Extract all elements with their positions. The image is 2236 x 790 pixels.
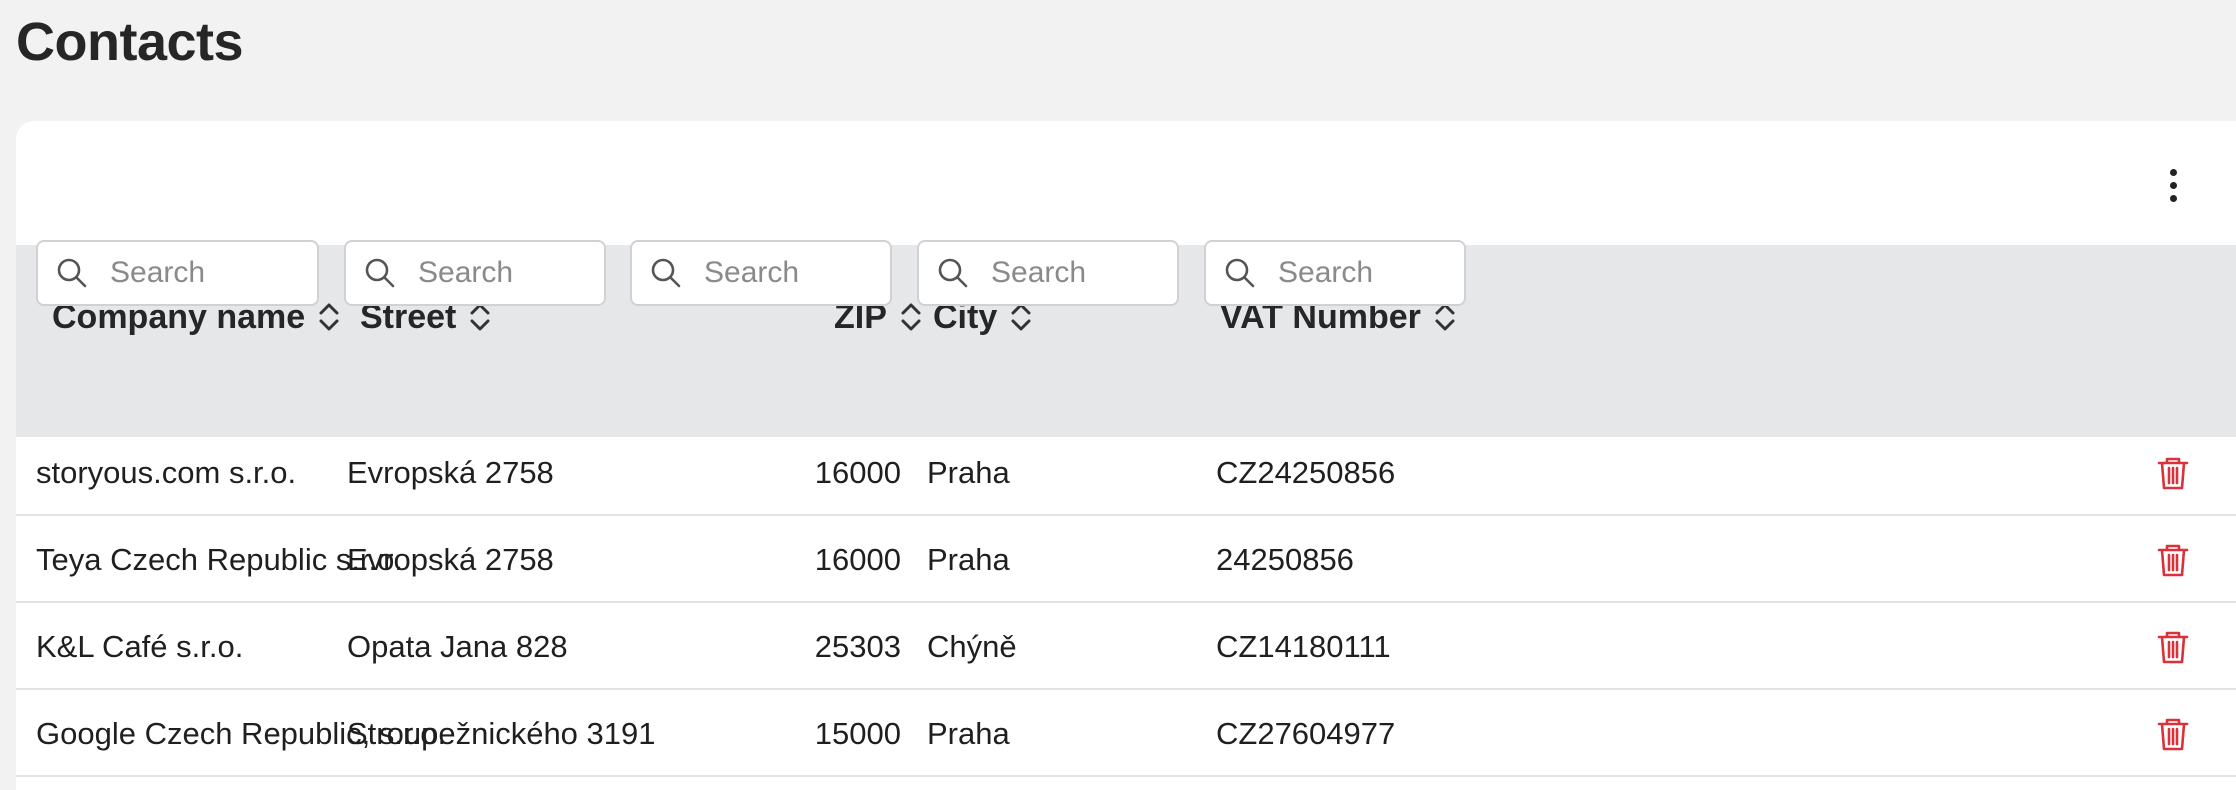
search-company-input[interactable]: [108, 255, 295, 291]
search-street-field[interactable]: [344, 240, 606, 306]
search-city-input[interactable]: [989, 255, 1161, 291]
table-row[interactable]: Google Czech Republic, s.r.o. Stroupežni…: [16, 690, 2236, 777]
cell-vat: CZ14180111: [1216, 628, 1391, 664]
trash-icon[interactable]: [2156, 542, 2190, 578]
search-zip-input[interactable]: [702, 255, 874, 291]
search-icon: [365, 258, 395, 288]
cell-city: Praha: [927, 541, 1010, 577]
search-zip-field[interactable]: [630, 240, 892, 306]
page-title: Contacts: [16, 12, 244, 72]
search-company-field[interactable]: [36, 240, 319, 306]
table-row[interactable]: storyous.com s.r.o. Evropská 2758 16000 …: [16, 429, 2236, 516]
cell-company: K&L Café s.r.o.: [36, 628, 244, 664]
search-icon: [57, 258, 87, 288]
search-street-input[interactable]: [416, 255, 588, 291]
cell-zip: 16000: [814, 541, 901, 577]
trash-icon[interactable]: [2156, 629, 2190, 665]
table-row[interactable]: K&L Café s.r.o. Opata Jana 828 25303 Chý…: [16, 603, 2236, 690]
search-vat-input[interactable]: [1276, 255, 1448, 291]
search-icon: [938, 258, 968, 288]
contacts-table-card: Company name Street ZIP City VAT Number: [16, 121, 2236, 790]
cell-street: Evropská 2758: [347, 541, 554, 577]
cell-city: Praha: [927, 454, 1010, 490]
search-icon: [651, 258, 681, 288]
search-city-field[interactable]: [917, 240, 1179, 306]
trash-icon[interactable]: [2156, 716, 2190, 752]
more-options-icon[interactable]: [2158, 163, 2188, 207]
trash-icon[interactable]: [2156, 455, 2190, 491]
cell-vat: CZ24250856: [1216, 454, 1396, 490]
table-row[interactable]: Teya Czech Republic s.r.o. Evropská 2758…: [16, 516, 2236, 603]
search-icon: [1225, 258, 1255, 288]
cell-street: Evropská 2758: [347, 454, 554, 490]
cell-street: Opata Jana 828: [347, 628, 568, 664]
cell-company: storyous.com s.r.o.: [36, 454, 297, 490]
cell-city: Chýně: [927, 628, 1017, 664]
cell-vat: CZ27604977: [1216, 715, 1396, 751]
cell-street: Stroupežnického 3191: [347, 715, 656, 751]
cell-city: Praha: [927, 715, 1010, 751]
cell-zip: 15000: [814, 715, 901, 751]
cell-zip: 16000: [814, 454, 901, 490]
sort-icon[interactable]: [317, 297, 341, 337]
search-vat-field[interactable]: [1204, 240, 1466, 306]
cell-vat: 24250856: [1216, 541, 1354, 577]
cell-zip: 25303: [814, 628, 901, 664]
